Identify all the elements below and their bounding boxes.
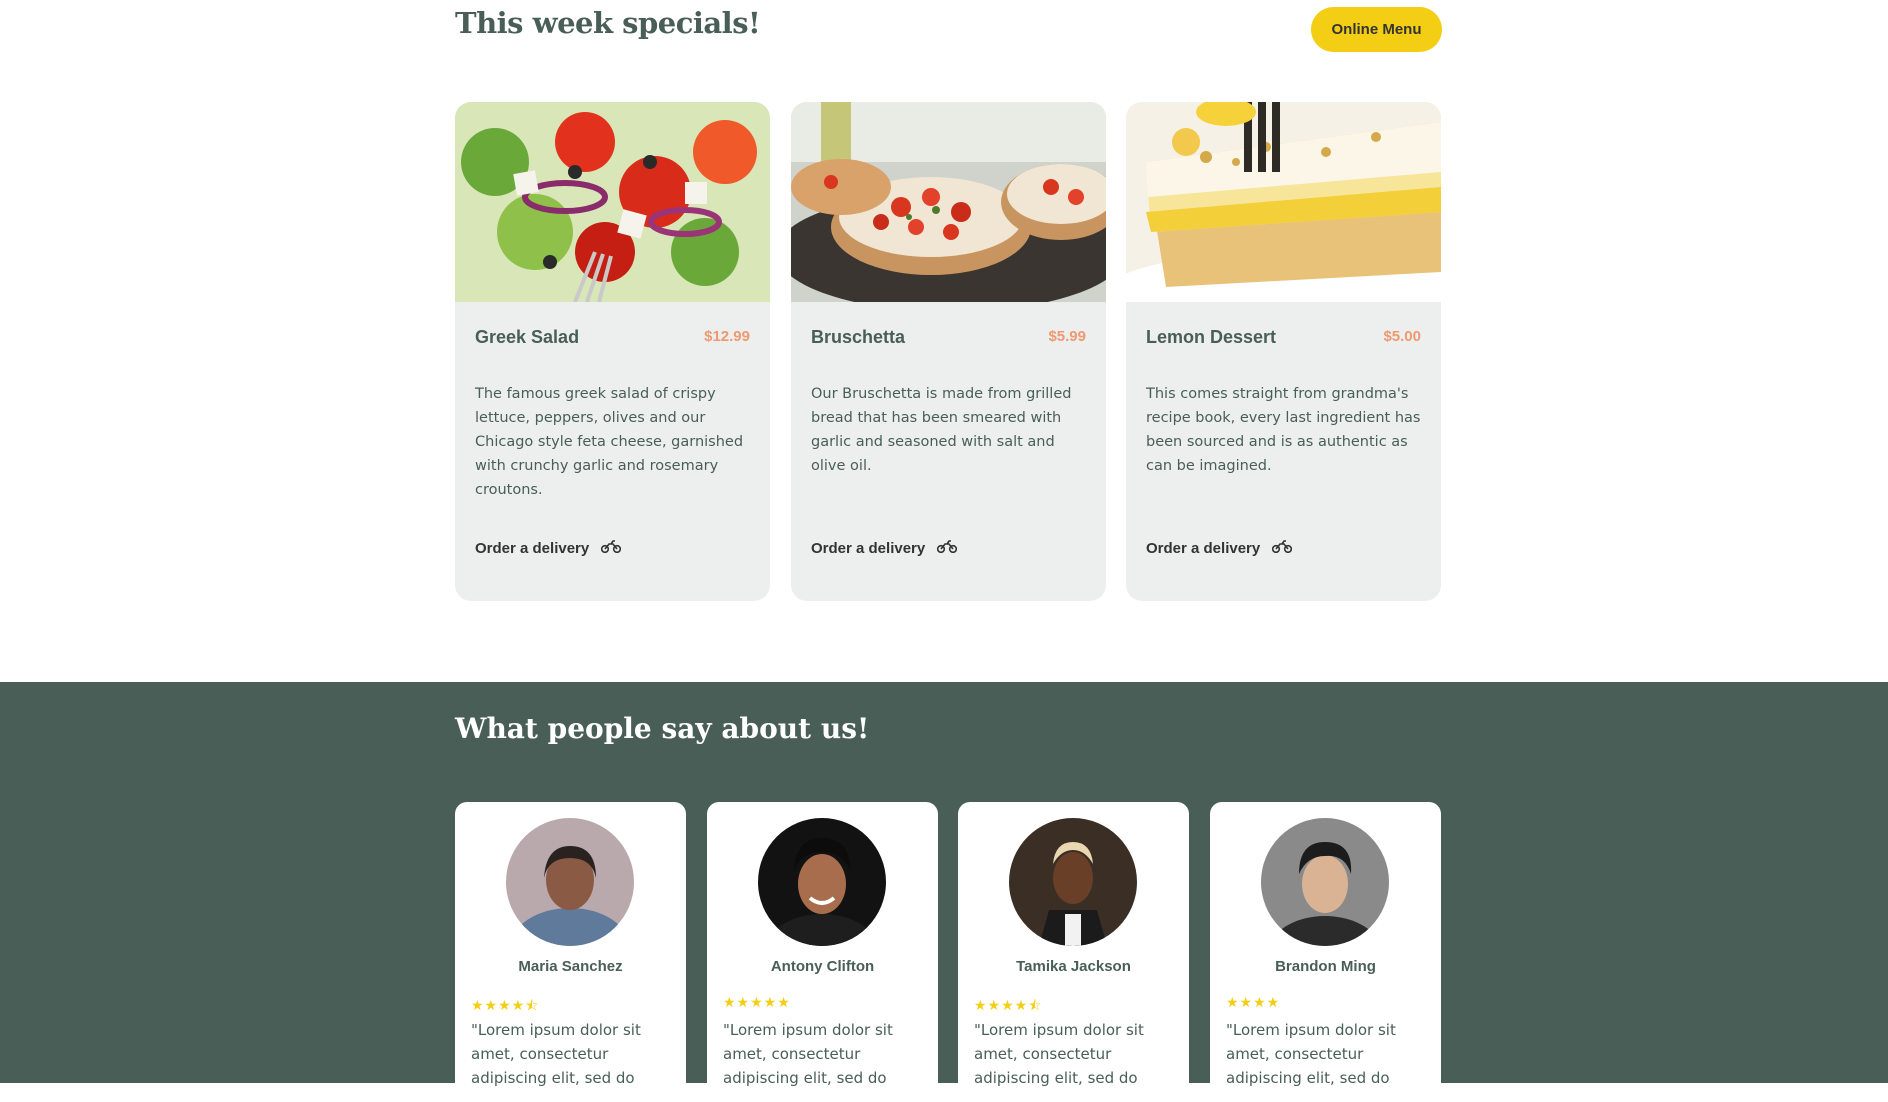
special-card-bruschetta: Bruschetta $5.99 Our Bruschetta is made … — [791, 102, 1106, 601]
order-delivery-label: Order a delivery — [475, 539, 590, 557]
testimonials-title: What people say about us! — [455, 712, 870, 745]
testimonial-card: Brandon Ming ★★★★ "Lorem ipsum dolor sit… — [1210, 802, 1441, 1102]
bruschetta-image — [791, 102, 1106, 302]
special-description: This comes straight from grandma's recip… — [1146, 386, 1421, 474]
testimonial-card: Maria Sanchez ★★★★⯪ "Lorem ipsum dolor s… — [455, 802, 686, 1102]
special-name: Greek Salad — [475, 327, 580, 347]
online-menu-button[interactable]: Online Menu — [1311, 7, 1442, 52]
special-price: $5.99 — [1048, 328, 1086, 345]
reviewer-name: Tamika Jackson — [1016, 958, 1131, 975]
order-delivery-link[interactable]: Order a delivery — [1146, 539, 1293, 557]
review-quote: "Lorem ipsum dolor sit amet, consectetur… — [974, 1021, 1144, 1087]
special-price: $5.00 — [1383, 328, 1421, 345]
motorcycle-icon — [937, 539, 958, 557]
special-name: Lemon Dessert — [1146, 327, 1277, 347]
testimonial-card: Tamika Jackson ★★★★⯪ "Lorem ipsum dolor … — [958, 802, 1189, 1102]
testimonial-card: Antony Clifton ★★★★★ "Lorem ipsum dolor … — [707, 802, 938, 1102]
avatar — [1261, 818, 1389, 946]
testimonials-section: What people say about us! Maria Sanchez … — [0, 682, 1888, 1102]
review-quote: "Lorem ipsum dolor sit amet, consectetur… — [471, 1021, 641, 1087]
specials-section: This week specials! Online Menu Greek Sa… — [0, 0, 1888, 682]
avatar — [1009, 818, 1137, 946]
review-quote: "Lorem ipsum dolor sit amet, consectetur… — [1226, 1021, 1396, 1087]
order-delivery-label: Order a delivery — [1146, 539, 1261, 557]
motorcycle-icon — [601, 539, 622, 557]
reviewer-name: Brandon Ming — [1275, 958, 1376, 975]
motorcycle-icon — [1272, 539, 1293, 557]
star-rating: ★★★★★ — [723, 995, 791, 1011]
special-description: The famous greek salad of crispy lettuce… — [475, 386, 744, 498]
greek-salad-image — [455, 102, 770, 302]
order-delivery-link[interactable]: Order a delivery — [811, 539, 958, 557]
avatar — [758, 818, 886, 946]
order-delivery-label: Order a delivery — [811, 539, 926, 557]
star-rating: ★★★★⯪ — [974, 998, 1043, 1014]
special-description: Our Bruschetta is made from grilled brea… — [811, 386, 1072, 474]
special-price: $12.99 — [704, 328, 750, 345]
reviewer-name: Maria Sanchez — [518, 958, 623, 975]
specials-title: This week specials! — [455, 6, 761, 40]
reviewer-name: Antony Clifton — [770, 958, 875, 975]
star-rating: ★★★★⯪ — [471, 998, 540, 1014]
avatar — [506, 818, 634, 946]
special-card-greek-salad: Greek Salad $12.99 The famous greek sala… — [455, 102, 770, 601]
review-quote: "Lorem ipsum dolor sit amet, consectetur… — [723, 1021, 893, 1087]
lemon-dessert-image — [1126, 102, 1441, 302]
special-card-lemon-dessert: Lemon Dessert $5.00 This comes straight … — [1126, 102, 1441, 601]
order-delivery-link[interactable]: Order a delivery — [475, 539, 622, 557]
star-rating: ★★★★ — [1226, 995, 1281, 1011]
special-name: Bruschetta — [811, 327, 906, 347]
